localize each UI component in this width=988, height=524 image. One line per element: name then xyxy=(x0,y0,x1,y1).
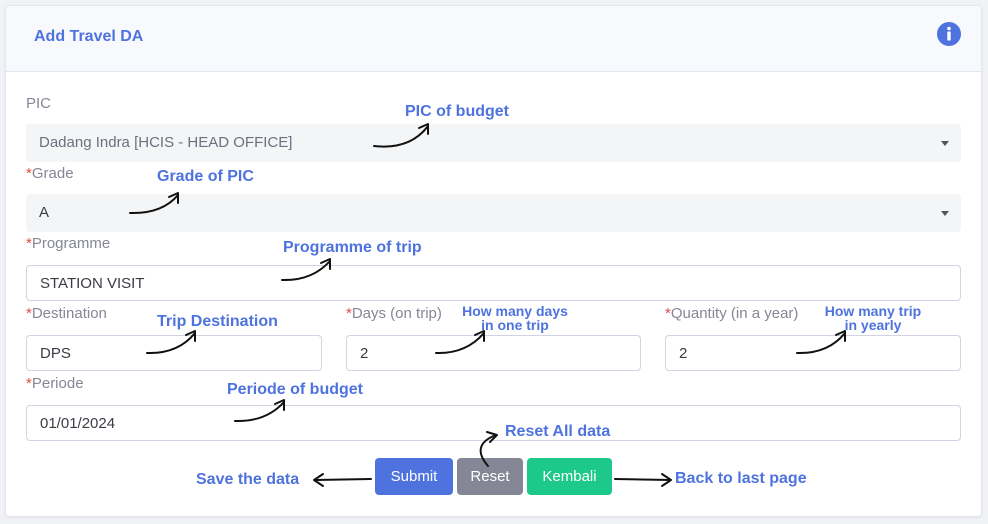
pic-value: Dadang Indra [HCIS - HEAD OFFICE] xyxy=(39,134,293,151)
annotation-submit: Save the data xyxy=(196,471,300,488)
annotation-periode: Periode of budget xyxy=(227,381,363,398)
chevron-down-icon xyxy=(941,141,949,146)
page-title: Add Travel DA xyxy=(34,28,144,45)
periode-label: *Periode xyxy=(26,375,84,392)
days-value: 2 xyxy=(360,345,369,362)
grade-value: A xyxy=(39,204,50,221)
annotation-destination: Trip Destination xyxy=(157,313,278,330)
annotation-days: How many days in one trip xyxy=(450,304,580,332)
quantity-value: 2 xyxy=(679,345,688,362)
annotation-days-line1: How many days xyxy=(462,303,568,319)
back-button[interactable]: Kembali xyxy=(527,458,612,495)
annotation-programme: Programme of trip xyxy=(283,239,422,256)
days-label: *Days (on trip) xyxy=(346,305,442,322)
periode-value: 01/01/2024 xyxy=(40,415,116,432)
annotation-quantity-line1: How many trip xyxy=(824,303,922,319)
pic-select[interactable]: Dadang Indra [HCIS - HEAD OFFICE] xyxy=(26,124,961,162)
annotation-days-line2: in one trip xyxy=(481,317,549,333)
pic-label: PIC xyxy=(26,95,52,112)
annotation-quantity-line2: in yearly xyxy=(844,317,902,333)
quantity-input[interactable]: 2 xyxy=(665,335,961,371)
annotation-reset: Reset All data xyxy=(505,423,611,440)
card-header: Add Travel DA xyxy=(6,6,981,72)
annotation-back: Back to last page xyxy=(675,470,807,487)
programme-label: *Programme xyxy=(26,235,111,252)
reset-button[interactable]: Reset xyxy=(457,458,523,495)
programme-input[interactable]: STATION VISIT xyxy=(26,265,961,301)
quantity-label: *Quantity (in a year) xyxy=(665,305,799,322)
periode-input[interactable]: 01/01/2024 xyxy=(26,405,961,441)
annotation-pic: PIC of budget xyxy=(405,103,509,120)
days-input[interactable]: 2 xyxy=(346,335,641,371)
submit-button[interactable]: Submit xyxy=(375,458,453,495)
destination-label: *Destination xyxy=(26,305,107,322)
annotation-quantity: How many trip in yearly xyxy=(812,304,934,332)
grade-label: *Grade xyxy=(26,165,74,182)
annotation-grade: Grade of PIC xyxy=(157,168,254,185)
grade-select[interactable]: A xyxy=(26,194,961,232)
info-circle-icon[interactable] xyxy=(937,22,961,46)
destination-value: DPS xyxy=(40,345,71,362)
destination-input[interactable]: DPS xyxy=(26,335,322,371)
chevron-down-icon xyxy=(941,211,949,216)
programme-value: STATION VISIT xyxy=(40,275,145,292)
